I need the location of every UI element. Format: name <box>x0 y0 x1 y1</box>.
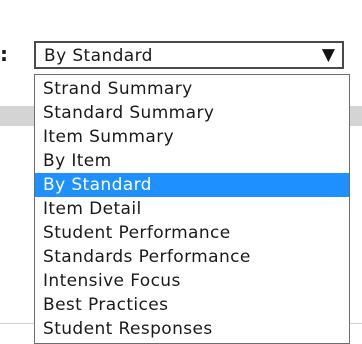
option-student-performance[interactable]: Student Performance <box>35 221 349 245</box>
option-intensive-focus[interactable]: Intensive Focus <box>35 269 349 293</box>
option-item-detail[interactable]: Item Detail <box>35 197 349 221</box>
option-standards-performance[interactable]: Standards Performance <box>35 245 349 269</box>
select-value: By Standard <box>44 46 153 66</box>
option-item-summary[interactable]: Item Summary <box>35 125 349 149</box>
dropdown-list[interactable]: Strand Summary Standard Summary Item Sum… <box>34 74 350 344</box>
label-colon: : <box>0 42 8 66</box>
option-by-item[interactable]: By Item <box>35 149 349 173</box>
option-student-responses[interactable]: Student Responses <box>35 317 349 341</box>
report-type-select[interactable]: By Standard ▼ <box>34 41 344 69</box>
option-strand-summary[interactable]: Strand Summary <box>35 77 349 101</box>
option-best-practices[interactable]: Best Practices <box>35 293 349 317</box>
triangle-down-icon[interactable]: ▼ <box>322 45 335 65</box>
option-standard-summary[interactable]: Standard Summary <box>35 101 349 125</box>
option-by-standard[interactable]: By Standard <box>35 173 349 197</box>
